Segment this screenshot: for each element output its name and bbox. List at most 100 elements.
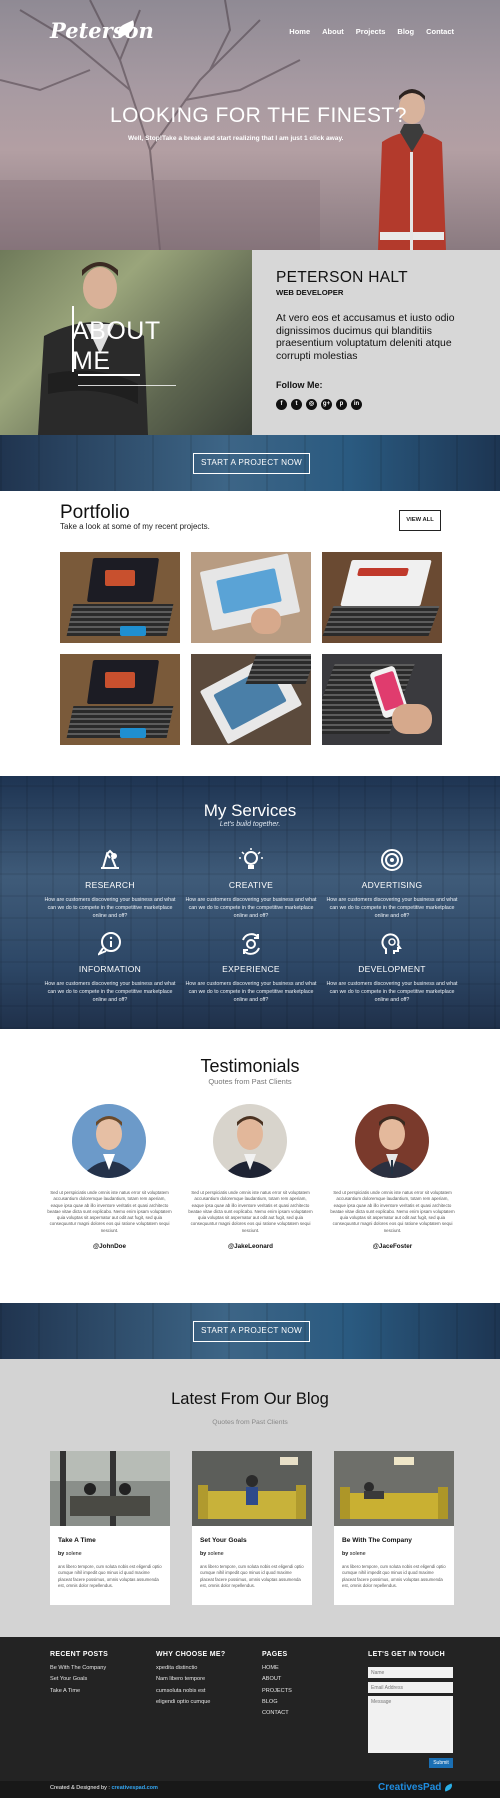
portfolio-item[interactable] xyxy=(322,654,442,745)
service-desc: How are customers discovering your busin… xyxy=(185,981,317,1003)
footer-contact-heading: LET'S GET IN TOUCH xyxy=(368,1651,445,1658)
footer-link[interactable]: Set Your Goals xyxy=(50,1674,106,1685)
service-experience: EXPERIENCE How are customers discovering… xyxy=(181,932,321,1004)
follow-label: Follow Me: xyxy=(276,380,323,390)
blog-card-title[interactable]: Be With The Company xyxy=(342,1537,412,1544)
footer-link-blog[interactable]: BLOG xyxy=(262,1697,292,1708)
services-title: My Services xyxy=(203,801,297,820)
footer-link[interactable]: cumsoluta nobis est xyxy=(156,1686,210,1697)
testimonial-text: Sed ut perspiciatis unde omnis iste natu… xyxy=(330,1190,455,1233)
about-title-line1: ABOUT xyxy=(72,317,161,345)
blog-card[interactable]: Take A Time by solene ans libero tempore… xyxy=(50,1451,170,1605)
blog-card[interactable]: Be With The Company by solene ans libero… xyxy=(334,1451,454,1605)
target-icon xyxy=(381,849,403,871)
service-desc: How are customers discovering your busin… xyxy=(326,897,458,919)
testimonial-text: Sed ut perspiciatis unde omnis iste natu… xyxy=(47,1190,172,1233)
nav-about[interactable]: About xyxy=(322,27,344,36)
service-desc: How are customers discovering your busin… xyxy=(326,981,458,1003)
start-project-button[interactable]: START A PROJECT NOW xyxy=(193,453,310,474)
blog-card-excerpt: ans libero tempore, cum soluta nobis est… xyxy=(200,1564,304,1589)
blog-card-title[interactable]: Take A Time xyxy=(58,1537,96,1544)
hero-title: LOOKING FOR THE FINEST? xyxy=(110,104,407,127)
blog-card-author[interactable]: solene xyxy=(66,1551,82,1557)
main-nav: Home About Projects Blog Contact xyxy=(289,27,454,36)
service-name: ADVERTISING xyxy=(361,880,423,890)
social-links: f t ◎ g+ p in xyxy=(276,399,362,410)
blog-card[interactable]: Set Your Goals by solene ans libero temp… xyxy=(192,1451,312,1605)
footer-recent-posts: Be With The Company Set Your Goals Take … xyxy=(50,1663,106,1697)
blog-card-excerpt: ans libero tempore, cum soluta nobis est… xyxy=(58,1564,162,1589)
footer-link-about[interactable]: ABOUT xyxy=(262,1674,292,1685)
footer-link[interactable]: Take A Time xyxy=(50,1686,106,1697)
name-field[interactable] xyxy=(368,1667,453,1678)
credit-prefix: Created & Designed by : xyxy=(50,1785,110,1791)
footer-recent-posts-heading: RECENT POSTS xyxy=(50,1651,109,1658)
about-role: WEB DEVELOPER xyxy=(276,288,344,297)
email-field[interactable] xyxy=(368,1682,453,1693)
nav-projects[interactable]: Projects xyxy=(356,27,386,36)
instagram-icon[interactable]: ◎ xyxy=(306,399,317,410)
blog-card-author[interactable]: solene xyxy=(208,1551,224,1557)
blog-card-title[interactable]: Set Your Goals xyxy=(200,1537,247,1544)
footer-brand-logo[interactable]: CreativesPad xyxy=(378,1782,455,1793)
blog-image xyxy=(192,1451,312,1526)
start-project-button[interactable]: START A PROJECT NOW xyxy=(193,1321,310,1342)
twitter-icon[interactable]: t xyxy=(291,399,302,410)
service-name: CREATIVE xyxy=(228,880,274,890)
footer-link-contact[interactable]: CONTACT xyxy=(262,1708,292,1719)
testimonial-handle: @JohnDoe xyxy=(92,1243,127,1250)
pinterest-icon[interactable]: p xyxy=(336,399,347,410)
service-name: DEVELOPMENT xyxy=(358,964,426,974)
nav-contact[interactable]: Contact xyxy=(426,27,454,36)
view-all-button[interactable]: VIEW ALL xyxy=(399,510,441,531)
message-field[interactable] xyxy=(368,1696,453,1753)
hero-subtitle: Well, Stop!Take a break and start realiz… xyxy=(128,135,344,142)
service-name: EXPERIENCE xyxy=(222,964,280,974)
footer-link[interactable]: eligendi optio cumque xyxy=(156,1697,210,1708)
blog-subtitle: Quotes from Past Clients xyxy=(212,1419,288,1426)
portfolio-item[interactable] xyxy=(60,552,180,643)
leaf-icon xyxy=(443,1783,455,1792)
portfolio-item[interactable] xyxy=(191,552,311,643)
blog-card-byline: by solene xyxy=(58,1551,82,1557)
testimonial-handle: @JaceFoster xyxy=(372,1243,413,1250)
footer-link[interactable]: xpedita distinctio xyxy=(156,1663,210,1674)
gear-cycle-icon xyxy=(242,933,260,955)
about-title-line2: ME xyxy=(72,347,111,375)
service-development: DEVELOPMENT How are customers discoverin… xyxy=(322,932,462,1004)
footer-link-projects[interactable]: PROJECTS xyxy=(262,1686,292,1697)
cta-banner-top: START A PROJECT NOW xyxy=(0,435,500,491)
linkedin-icon[interactable]: in xyxy=(351,399,362,410)
portfolio-item[interactable] xyxy=(60,654,180,745)
lightbulb-icon xyxy=(239,848,263,869)
portfolio-item[interactable] xyxy=(191,654,311,745)
cta-banner-bottom: START A PROJECT NOW xyxy=(0,1303,500,1359)
credit-text: Created & Designed by : creativespad.com xyxy=(50,1785,158,1791)
credit-link[interactable]: creativespad.com xyxy=(111,1785,157,1791)
portfolio-item[interactable] xyxy=(322,552,442,643)
footer-link[interactable]: Nam libero tempore xyxy=(156,1674,210,1685)
avatar xyxy=(355,1104,429,1178)
blog-card-author[interactable]: solene xyxy=(350,1551,366,1557)
footer-link-home[interactable]: HOME xyxy=(262,1663,292,1674)
site-logo[interactable]: Peterson xyxy=(50,18,154,43)
submit-button[interactable]: Submit xyxy=(429,1758,453,1768)
info-bubble-icon xyxy=(96,932,121,957)
service-name: INFORMATION xyxy=(78,964,142,974)
nav-blog[interactable]: Blog xyxy=(397,27,414,36)
service-advertising: ADVERTISING How are customers discoverin… xyxy=(322,848,462,920)
footer-why-heading: WHY CHOOSE ME? xyxy=(156,1651,226,1658)
service-name: RESEARCH xyxy=(85,880,135,890)
portfolio-subtitle: Take a look at some of my recent project… xyxy=(60,522,210,531)
nav-home[interactable]: Home xyxy=(289,27,310,36)
avatar xyxy=(72,1104,146,1178)
service-information: INFORMATION How are customers discoverin… xyxy=(40,932,180,1004)
service-creative: CREATIVE How are customers discovering y… xyxy=(181,848,321,920)
google-plus-icon[interactable]: g+ xyxy=(321,399,332,410)
facebook-icon[interactable]: f xyxy=(276,399,287,410)
footer-link[interactable]: Be With The Company xyxy=(50,1663,106,1674)
research-icon xyxy=(101,849,119,869)
about-underline xyxy=(78,374,140,376)
testimonial-text: Sed ut perspiciatis unde omnis iste natu… xyxy=(188,1190,313,1233)
blog-card-byline: by solene xyxy=(200,1551,224,1557)
